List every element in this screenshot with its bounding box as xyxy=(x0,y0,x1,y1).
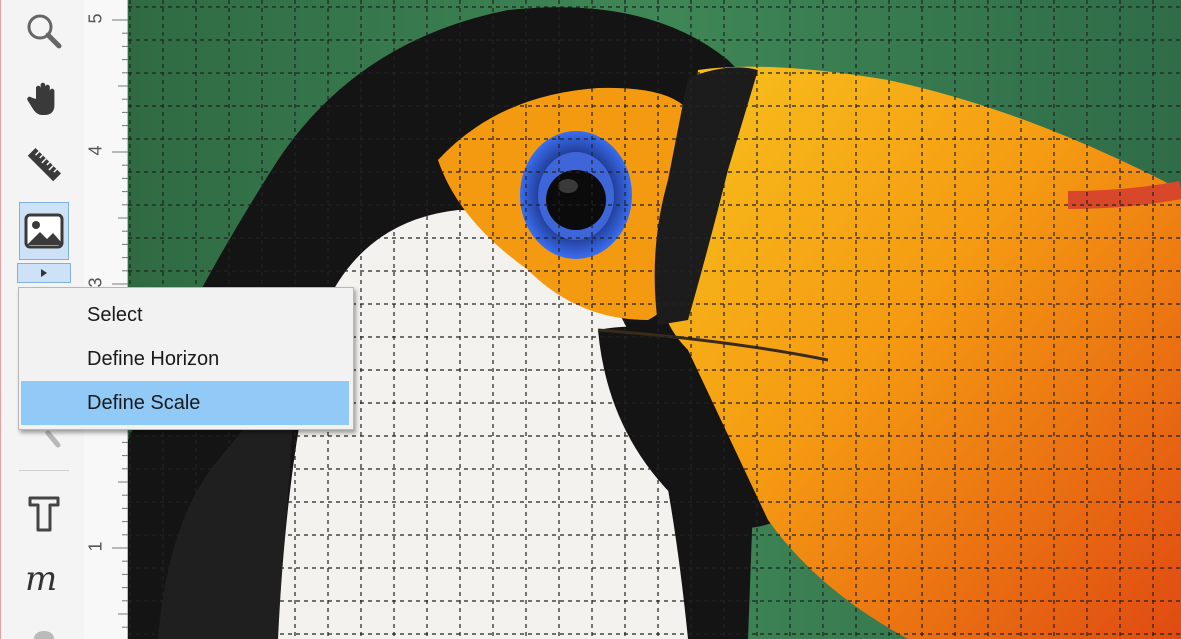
script-m-icon: m xyxy=(25,559,57,598)
app-window: m 5 4 3 1 Select Define Horizon Define S… xyxy=(0,0,1181,639)
math-tool-button[interactable]: m xyxy=(19,553,69,603)
menu-item-define-horizon[interactable]: Define Horizon xyxy=(21,337,349,381)
ruler-label-5: 5 xyxy=(85,13,106,24)
ruler-icon xyxy=(27,148,61,182)
toolbar-separator xyxy=(19,470,69,471)
pan-tool-button[interactable] xyxy=(19,74,69,124)
magnifier-icon xyxy=(27,14,62,49)
text-tool-button[interactable] xyxy=(19,488,69,538)
svg-text:m: m xyxy=(25,559,57,598)
zoom-tool-button[interactable] xyxy=(19,6,69,56)
image-tool-dropdown[interactable] xyxy=(17,263,71,283)
hand-icon xyxy=(27,82,55,115)
image-icon xyxy=(24,213,64,249)
cut-off-tool-button[interactable] xyxy=(19,620,69,639)
ruler-label-1: 1 xyxy=(85,541,106,552)
measure-tool-button[interactable] xyxy=(19,140,69,190)
triangle-right-icon xyxy=(41,269,47,277)
text-t-icon xyxy=(28,496,60,532)
menu-item-define-scale[interactable]: Define Scale xyxy=(21,381,349,425)
image-tool-button[interactable] xyxy=(19,202,69,260)
image-tool-context-menu: Select Define Horizon Define Scale xyxy=(18,287,354,430)
partial-icon xyxy=(34,631,54,639)
menu-item-select[interactable]: Select xyxy=(21,293,349,337)
ruler-label-4: 4 xyxy=(85,145,106,156)
